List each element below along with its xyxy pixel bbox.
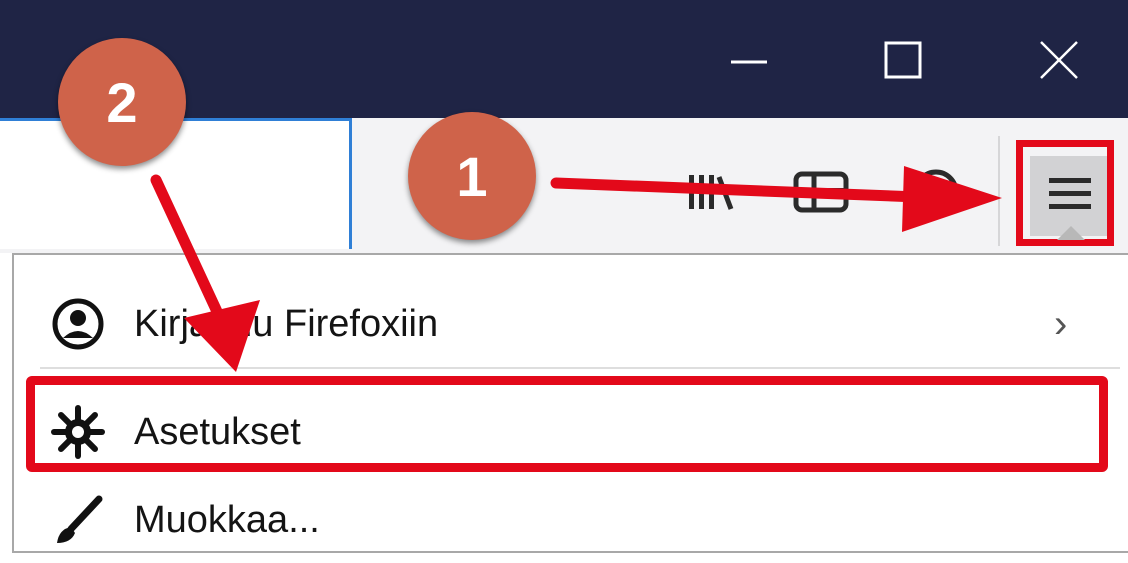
minimize-icon (729, 40, 769, 80)
library-icon (685, 167, 739, 220)
menu-item-sign-in[interactable]: Kirjaudu Firefoxiin › (14, 281, 1128, 367)
chevron-right-icon: › (1054, 301, 1068, 346)
minimize-button[interactable] (694, 20, 804, 100)
menu-item-settings[interactable]: Asetukset (14, 389, 1128, 475)
toolbar-separator (998, 136, 1000, 246)
menu-item-label: Asetukset (134, 410, 301, 453)
menu-separator (40, 367, 1120, 369)
sidebar-button[interactable] (790, 168, 852, 220)
gear-icon (50, 404, 106, 460)
open-menu-button[interactable] (1030, 156, 1110, 236)
close-button[interactable] (1004, 20, 1114, 100)
dropdown-pointer (1057, 226, 1085, 240)
menu-item-customize[interactable]: Muokkaa... (14, 477, 1128, 563)
callout-number: 2 (106, 70, 138, 134)
maximize-button[interactable] (848, 20, 958, 100)
menu-item-label: Kirjaudu Firefoxiin (134, 302, 439, 345)
callout-number: 1 (456, 144, 488, 208)
account-icon (908, 166, 964, 223)
callout-step-2: 2 (58, 38, 186, 166)
account-circle-icon (50, 296, 106, 352)
hamburger-menu-icon (1047, 174, 1093, 219)
library-button[interactable] (682, 166, 742, 220)
callout-step-1: 1 (408, 112, 536, 240)
account-button[interactable] (906, 166, 966, 222)
app-menu-panel: Kirjaudu Firefoxiin › Asetukset Muokkaa.… (12, 253, 1128, 553)
sidebar-icon (792, 168, 850, 221)
close-icon (1037, 38, 1081, 82)
url-bar[interactable] (0, 118, 352, 249)
maximize-icon (883, 40, 923, 80)
menu-item-label: Muokkaa... (134, 498, 320, 541)
